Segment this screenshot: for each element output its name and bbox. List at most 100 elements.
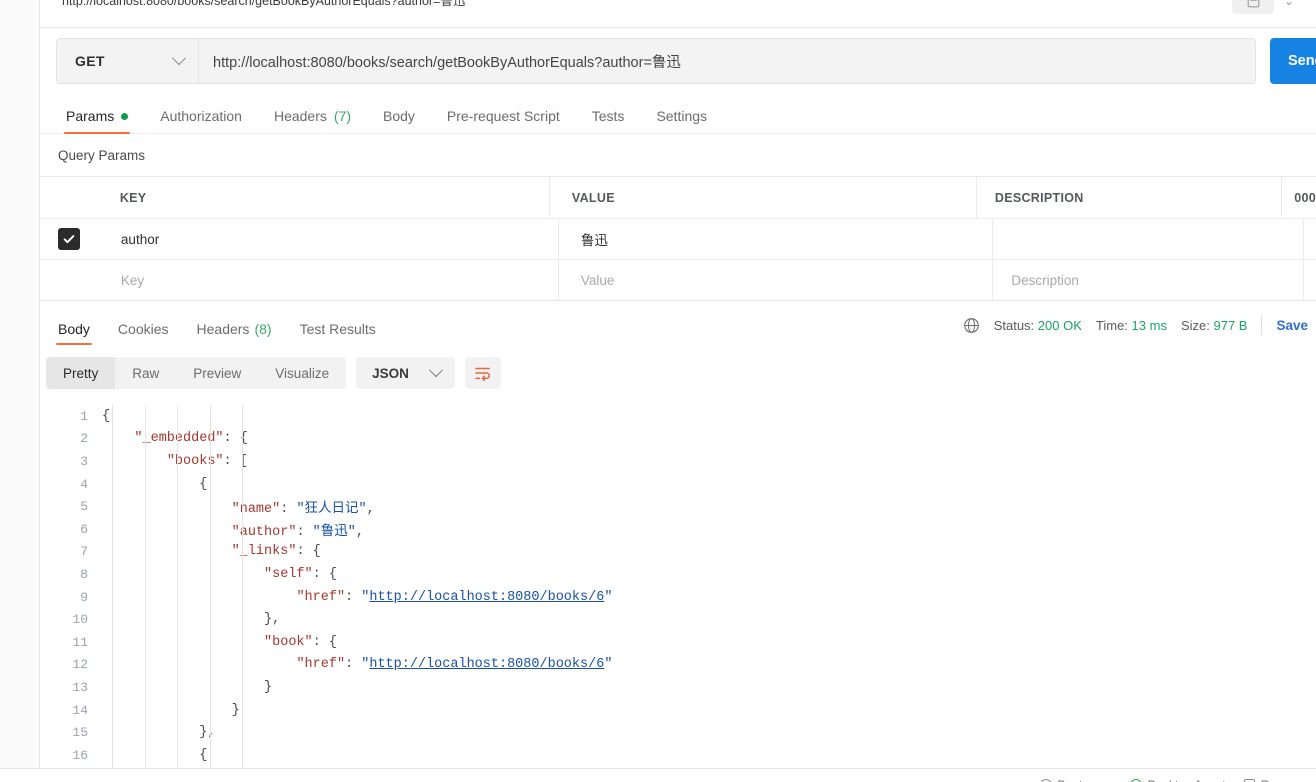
response-tab-body[interactable]: Body bbox=[44, 311, 104, 347]
globe-icon bbox=[963, 317, 980, 334]
request-tab-tests[interactable]: Tests bbox=[576, 98, 641, 134]
code-fold-guide bbox=[144, 405, 146, 768]
code-token: : bbox=[345, 589, 362, 605]
send-button[interactable]: Send bbox=[1270, 38, 1316, 84]
empty-row-description-input[interactable]: Description bbox=[993, 260, 1305, 300]
header-description: DESCRIPTION bbox=[977, 177, 1283, 218]
code-link[interactable]: http://localhost:8080/books/6 bbox=[369, 590, 604, 605]
code-line-text: } bbox=[102, 680, 272, 695]
save-request-button[interactable] bbox=[1232, 0, 1274, 14]
status-bar-item-desktop-agent[interactable]: Desktop Agent bbox=[1129, 778, 1226, 782]
line-number: 1 bbox=[80, 408, 88, 424]
code-token: , bbox=[355, 524, 364, 540]
status-bar-item-runner[interactable]: Runner bbox=[1243, 778, 1300, 782]
code-token: : [ bbox=[223, 453, 248, 469]
code-fold-guide bbox=[242, 405, 244, 768]
format-tab-pretty[interactable]: Pretty bbox=[46, 357, 116, 389]
code-line-text: "href": "http://localhost:8080/books/6" bbox=[102, 590, 612, 605]
code-token: : bbox=[280, 502, 297, 518]
code-token: " bbox=[604, 589, 613, 605]
code-fold-guide bbox=[112, 405, 113, 768]
empty-row-key-input[interactable]: Key bbox=[99, 260, 559, 300]
line-number: 10 bbox=[72, 612, 88, 628]
tab-label: Authorization bbox=[160, 108, 242, 124]
line-number: 3 bbox=[80, 453, 88, 469]
code-line-text: "name": "狂人日记", bbox=[102, 496, 375, 517]
request-tab-params[interactable]: Params bbox=[50, 98, 144, 134]
empty-row-value-input[interactable]: Value bbox=[559, 260, 994, 300]
format-tab-visualize[interactable]: Visualize bbox=[258, 357, 346, 389]
header-value: VALUE bbox=[550, 177, 977, 218]
size-value: 977 B bbox=[1213, 317, 1248, 333]
language-select[interactable]: JSON bbox=[356, 357, 455, 389]
code-token: "href" bbox=[296, 657, 346, 673]
code-line-text: "href": "http://localhost:8080/books/6" bbox=[102, 657, 612, 672]
url-text: http://localhost:8080/books/search/getBo… bbox=[213, 54, 681, 71]
send-label: Send bbox=[1288, 53, 1316, 69]
table-row: author 鲁迅 bbox=[40, 219, 1316, 260]
response-tab-test-results[interactable]: Test Results bbox=[286, 311, 390, 347]
code-token: } bbox=[231, 702, 240, 718]
header-key: KEY bbox=[98, 177, 550, 218]
line-number: 11 bbox=[72, 634, 88, 650]
code-line-text: }, bbox=[102, 725, 215, 740]
line-number: 6 bbox=[80, 521, 88, 537]
wrap-lines-button[interactable] bbox=[464, 357, 501, 389]
code-line-text: { bbox=[102, 477, 207, 492]
time-block: Time: 13 ms bbox=[1096, 318, 1167, 333]
tab-more-button[interactable]: ⌄ bbox=[1276, 0, 1302, 14]
save-response-link[interactable]: Save bbox=[1276, 318, 1308, 333]
request-tab-pre-request-script[interactable]: Pre-request Script bbox=[431, 98, 576, 134]
code-token: : bbox=[345, 657, 362, 673]
tab-label: Tests bbox=[591, 108, 625, 124]
url-bar: GET http://localhost:8080/books/search/g… bbox=[40, 36, 1316, 86]
tab-strip-actions: ⌄ bbox=[1232, 0, 1302, 14]
response-tab-headers[interactable]: Headers (8) bbox=[183, 311, 286, 347]
row-checkbox-checked[interactable] bbox=[58, 228, 81, 250]
request-tab-title[interactable]: http://localhost:8080/books/search/getBo… bbox=[62, 0, 465, 9]
code-line: 14 } bbox=[40, 699, 1316, 722]
tab-label: Body bbox=[58, 321, 90, 337]
code-token: }, bbox=[264, 612, 281, 628]
code-line: 12 "href": "http://localhost:8080/books/… bbox=[40, 654, 1316, 677]
size-label: Size: bbox=[1180, 317, 1210, 333]
row-description-input[interactable] bbox=[993, 219, 1305, 259]
line-number: 5 bbox=[80, 499, 88, 515]
code-token: "author" bbox=[231, 524, 297, 540]
code-token: }, bbox=[199, 725, 216, 741]
url-input[interactable]: http://localhost:8080/books/search/getBo… bbox=[198, 38, 1256, 84]
line-number: 9 bbox=[80, 589, 88, 605]
query-params-title: Query Params bbox=[58, 148, 146, 163]
request-tab-authorization[interactable]: Authorization bbox=[144, 98, 258, 134]
code-fold-guide bbox=[177, 405, 179, 768]
line-number: 15 bbox=[72, 725, 88, 741]
bulk-edit-more-icon[interactable]: 000 bbox=[1282, 177, 1316, 218]
meta-divider bbox=[1261, 315, 1263, 335]
left-sidebar-rail bbox=[0, 0, 40, 782]
row-key-input[interactable]: author bbox=[99, 219, 559, 259]
line-number: 16 bbox=[72, 747, 88, 763]
request-tab-settings[interactable]: Settings bbox=[640, 98, 723, 134]
request-tab-body[interactable]: Body bbox=[367, 98, 431, 134]
code-token: : { bbox=[312, 634, 337, 650]
request-tab-headers[interactable]: Headers (7) bbox=[258, 98, 367, 134]
format-tab-raw[interactable]: Raw bbox=[115, 357, 176, 389]
code-token: : { bbox=[312, 566, 337, 582]
format-tab-preview[interactable]: Preview bbox=[176, 357, 258, 389]
http-method-select[interactable]: GET bbox=[56, 38, 198, 84]
response-tab-cookies[interactable]: Cookies bbox=[104, 311, 183, 347]
request-tab-strip: http://localhost:8080/books/search/getBo… bbox=[40, 0, 1316, 28]
status-bar-item-bootcamp[interactable]: Bootcamp bbox=[1039, 778, 1112, 782]
line-number: 2 bbox=[80, 431, 88, 447]
code-link[interactable]: http://localhost:8080/books/6 bbox=[369, 657, 604, 672]
code-line-text: "self": { bbox=[102, 567, 337, 582]
row-value-input[interactable]: 鲁迅 bbox=[559, 219, 994, 259]
tab-label: Params bbox=[66, 108, 115, 124]
code-token: "href" bbox=[296, 589, 346, 605]
code-line-text: "_embedded": { bbox=[102, 431, 247, 446]
code-token: , bbox=[366, 502, 375, 518]
code-token: " bbox=[604, 657, 613, 673]
response-body-viewer[interactable]: 1{2 "_embedded": {3 "books": [4 {5 "name… bbox=[40, 405, 1316, 768]
table-row-empty: Key Value Description bbox=[40, 260, 1316, 301]
code-line: 3 "books": [ bbox=[40, 450, 1316, 473]
